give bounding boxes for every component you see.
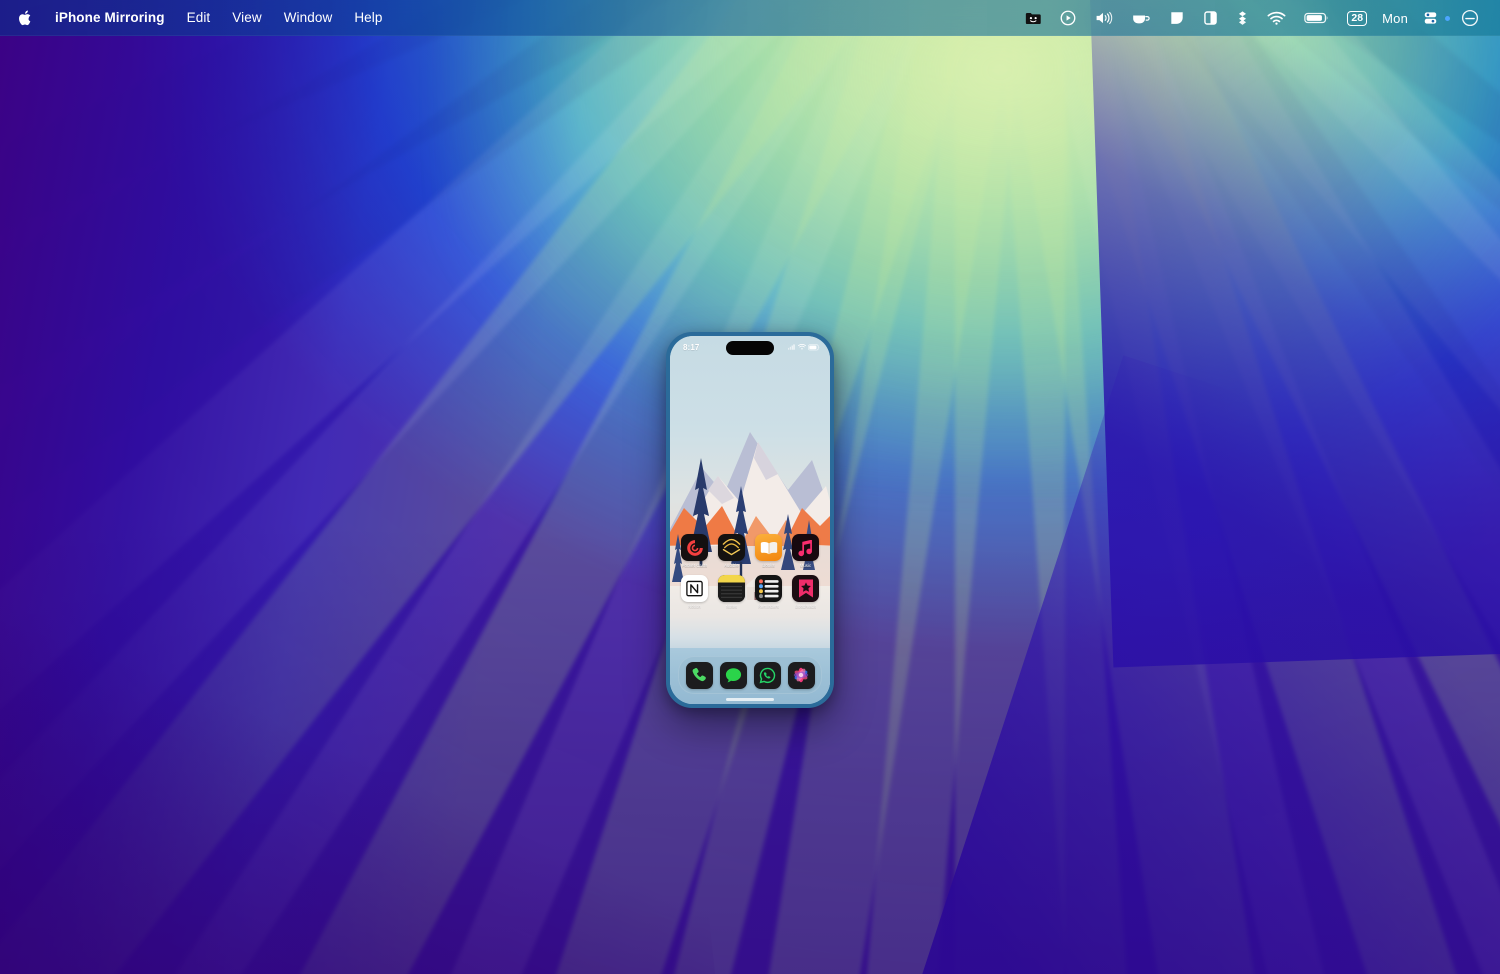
notification-dot (1445, 15, 1450, 21)
play-circle-icon[interactable] (1051, 5, 1085, 31)
menu-bar: iPhone Mirroring Edit View Window Help 2… (0, 0, 1500, 36)
app-label: Goodreads (794, 604, 817, 610)
app-label: Pocket Casts (681, 563, 708, 569)
iphone-clock: 8:17 (683, 342, 700, 352)
wifi-icon (797, 344, 806, 350)
menu-bar-left-group: iPhone Mirroring Edit View Window Help (0, 5, 394, 31)
app-cell-goodreads[interactable]: Goodreads (792, 575, 819, 609)
menu-item-help[interactable]: Help (343, 7, 393, 29)
battery-icon (808, 343, 820, 350)
iphone-dock (678, 656, 822, 694)
menu-item-edit[interactable]: Edit (176, 7, 222, 29)
calendar-date-badge[interactable]: 28 (1338, 5, 1376, 31)
reminders-icon[interactable] (755, 575, 782, 603)
volume-icon[interactable] (1085, 5, 1122, 31)
shape-pentagon-icon[interactable] (1160, 5, 1194, 31)
date-day-number: 28 (1347, 10, 1368, 26)
app-cell-pocket-casts[interactable]: Pocket Casts (681, 534, 708, 568)
notion-icon[interactable] (681, 575, 708, 603)
wifi-icon[interactable] (1258, 5, 1295, 31)
app-label: Music (799, 563, 812, 569)
app-cell-reminders[interactable]: Reminders (755, 575, 782, 609)
phone-icon[interactable] (685, 661, 713, 689)
apple-logo-icon[interactable] (14, 5, 36, 31)
battery-icon[interactable] (1295, 5, 1338, 31)
menu-item-window[interactable]: Window (273, 7, 344, 29)
iphone-app-grid: Pocket Casts Audible Books Music Notion … (670, 534, 830, 609)
app-row: Notion Notes Reminders Goodreads (670, 575, 830, 609)
app-cell-notes[interactable]: Notes (718, 575, 745, 609)
iphone-mirroring-window[interactable]: 8:17 Pocket Casts Audible Books Music No… (666, 332, 834, 708)
home-indicator (726, 697, 774, 701)
iphone-screen[interactable]: 8:17 Pocket Casts Audible Books Music No… (670, 336, 830, 704)
app-label: Books (762, 563, 775, 569)
app-label: Notes (725, 604, 738, 610)
goodreads-star-icon[interactable] (792, 575, 819, 603)
menu-bar-status-group: 28 Mon (1016, 5, 1500, 31)
app-cell-notion[interactable]: Notion (681, 575, 708, 609)
iphone-wallpaper (670, 336, 830, 704)
music-icon[interactable] (792, 534, 819, 561)
iphone-status-bar: 8:17 (670, 336, 830, 358)
display-contrast-icon[interactable] (1194, 5, 1227, 31)
app-cell-music[interactable]: Music (792, 534, 819, 568)
dynamic-island (726, 341, 774, 355)
whatsapp-icon[interactable] (753, 661, 781, 689)
do-not-disturb-icon[interactable] (1452, 5, 1488, 31)
app-cell-audible[interactable]: Audible (718, 534, 745, 568)
date-weekday-label[interactable]: Mon (1376, 11, 1414, 26)
control-center-icon[interactable] (1414, 5, 1447, 31)
dark-folder-face-icon[interactable] (1016, 5, 1051, 31)
app-cell-books[interactable]: Books (755, 534, 782, 568)
notes-icon[interactable] (718, 575, 745, 603)
app-label: Reminders (757, 604, 780, 610)
audible-icon[interactable] (718, 534, 745, 561)
iphone-status-right (788, 343, 820, 351)
menu-item-view[interactable]: View (221, 7, 272, 29)
pocket-casts-icon[interactable] (681, 534, 708, 561)
books-icon[interactable] (755, 534, 782, 561)
app-row: Pocket Casts Audible Books Music (670, 534, 830, 568)
menu-app-title[interactable]: iPhone Mirroring (44, 7, 176, 29)
photos-icon[interactable] (787, 661, 815, 689)
cellular-signal-icon (788, 344, 795, 350)
dropbox-icon[interactable] (1227, 5, 1258, 31)
coffee-cup-icon[interactable] (1122, 5, 1160, 31)
app-label: Audible (724, 563, 739, 569)
app-label: Notion (688, 604, 701, 610)
messages-icon[interactable] (719, 661, 747, 689)
